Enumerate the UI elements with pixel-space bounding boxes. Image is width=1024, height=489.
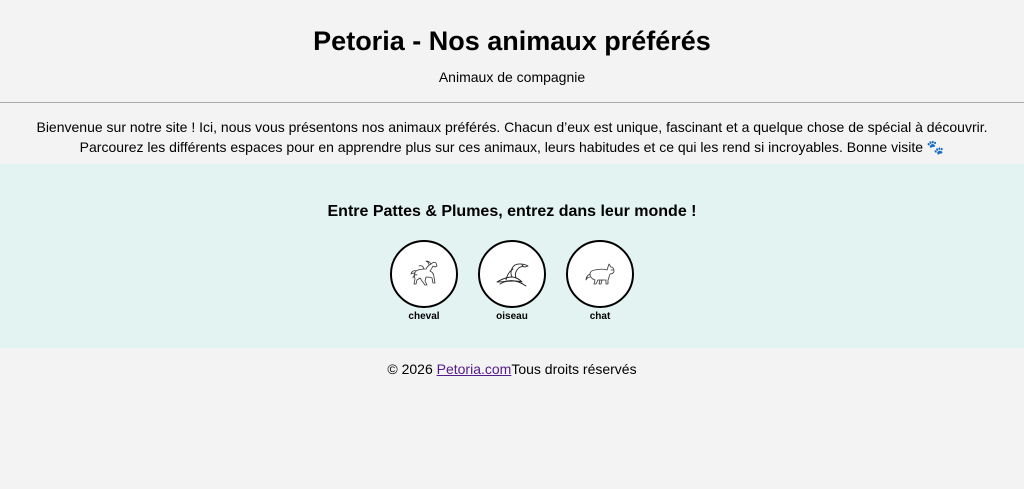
horse-icon <box>390 240 458 308</box>
site-footer: © 2026 Petoria.comTous droits réservés <box>0 348 1024 378</box>
animal-label: oiseau <box>496 311 528 322</box>
copyright-text: © 2026 <box>387 361 437 377</box>
bird-icon <box>478 240 546 308</box>
animal-card-chat[interactable]: chat <box>566 240 634 323</box>
site-link[interactable]: Petoria.com <box>437 361 512 377</box>
rights-text: Tous droits réservés <box>511 361 637 377</box>
animal-card-cheval[interactable]: cheval <box>390 240 458 323</box>
animal-card-oiseau[interactable]: oiseau <box>478 240 546 323</box>
page-subtitle: Animaux de compagnie <box>438 69 586 85</box>
animals-section-title: Entre Pattes & Plumes, entrez dans leur … <box>327 203 697 220</box>
page-title: Petoria - Nos animaux préférés <box>313 26 711 56</box>
intro-text: Bienvenue sur notre site ! Ici, nous vou… <box>36 119 988 155</box>
cat-icon <box>566 240 634 308</box>
animal-list: cheval oiseau chat <box>0 240 1024 323</box>
animal-label: chat <box>589 311 611 322</box>
site-header: Petoria - Nos animaux préférés Animaux d… <box>0 0 1024 103</box>
animals-section: Entre Pattes & Plumes, entrez dans leur … <box>0 164 1024 348</box>
animal-label: cheval <box>408 311 440 322</box>
